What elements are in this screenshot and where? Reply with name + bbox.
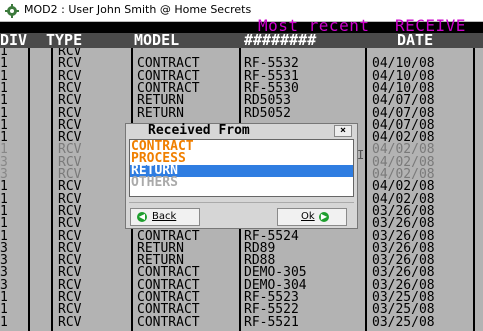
cell-num: RF-5531 — [244, 68, 299, 84]
cell-div: 1 — [0, 56, 8, 72]
cell-type: RCV — [58, 105, 82, 121]
cell-model: CONTRACT — [137, 302, 200, 318]
cell-num: RD5052 — [244, 105, 291, 121]
cell-type: RCV — [58, 68, 82, 84]
cell-date: 04/02/08 — [372, 142, 435, 158]
cell-model: CONTRACT — [137, 56, 200, 72]
cell-type: RCV — [58, 56, 82, 72]
table-row[interactable]: 1 RCV CONTRACT RF-5532 04/10/08 — [0, 56, 483, 72]
cell-div: 1 — [0, 314, 8, 330]
cell-div: 1 — [0, 142, 8, 158]
ok-button-label: Ok — [301, 211, 315, 222]
caption-most-recent: Most recent — [258, 16, 370, 35]
cell-type: RCV — [58, 191, 82, 207]
gear-app-icon — [5, 4, 19, 18]
table-row[interactable]: 1 RCV CONTRACT RF-5524 03/26/08 — [0, 228, 483, 244]
cell-date: 04/07/08 — [372, 93, 435, 109]
cell-date: 03/26/08 — [372, 228, 435, 244]
cell-model: RETURN — [137, 105, 184, 121]
cell-num: RF-5524 — [244, 228, 299, 244]
received-from-list[interactable]: CONTRACT PROCESS RETURN OTHERS — [129, 139, 354, 197]
table-row[interactable]: 1 RCV CONTRACT RF-5521 03/25/08 — [0, 314, 483, 330]
cell-type: RCV — [58, 179, 82, 195]
window-title: MOD2 : User John Smith @ Home Secrets — [24, 3, 252, 16]
dialog-title: Received From — [148, 123, 250, 138]
table-row[interactable]: 1 RCV RETURN RD5053 04/07/08 — [0, 93, 483, 109]
cell-type: RCV — [58, 314, 82, 330]
cell-type: RCV — [58, 142, 82, 158]
back-button-label: Back — [152, 211, 177, 222]
option-others[interactable]: OTHERS — [130, 176, 353, 189]
dialog-title-bar: Received From × — [126, 124, 357, 138]
cell-type: RCV — [58, 265, 82, 281]
cell-num: RF-5521 — [244, 314, 299, 330]
cell-div: 1 — [0, 216, 8, 232]
cell-date: 04/10/08 — [372, 56, 435, 72]
cell-type: RCV — [58, 216, 82, 232]
arrow-right-icon: ▶ — [319, 212, 329, 222]
table-row[interactable]: 1 RCV CONTRACT RF-5531 04/10/08 — [0, 68, 483, 84]
cell-date: 03/25/08 — [372, 302, 435, 318]
close-icon[interactable]: × — [334, 125, 352, 137]
text-cursor-icon: I — [357, 148, 365, 162]
cell-num: RD5053 — [244, 93, 291, 109]
column-header-type[interactable]: TYPE — [46, 33, 82, 48]
cell-div: 1 — [0, 228, 8, 244]
cell-type: RCV — [58, 228, 82, 244]
table-row[interactable]: 3 RCV CONTRACT DEMO-305 03/26/08 — [0, 265, 483, 281]
cell-model: CONTRACT — [137, 314, 200, 330]
cell-date: 03/26/08 — [372, 265, 435, 281]
column-header-number[interactable]: ######## — [244, 33, 316, 48]
cell-model: CONTRACT — [137, 228, 200, 244]
cell-date: 04/02/08 — [372, 179, 435, 195]
cell-type: RCV — [58, 302, 82, 318]
cell-div: 1 — [0, 93, 8, 109]
cell-div: 1 — [0, 105, 8, 121]
cell-date: 04/10/08 — [372, 68, 435, 84]
column-header-date[interactable]: DATE — [397, 33, 433, 48]
cell-div: 1 — [0, 191, 8, 207]
column-header-div[interactable]: DIV — [0, 33, 27, 48]
cell-date: 04/07/08 — [372, 105, 435, 121]
back-button[interactable]: ◀ Back — [130, 208, 200, 226]
cell-model: RETURN — [137, 93, 184, 109]
cell-num: RF-5532 — [244, 56, 299, 72]
cell-date: 03/26/08 — [372, 216, 435, 232]
cell-div: 3 — [0, 265, 8, 281]
table-row[interactable]: 1 RCV CONTRACT RF-5522 03/25/08 — [0, 302, 483, 318]
table-row[interactable]: 1 RCV RETURN RD5052 04/07/08 — [0, 105, 483, 121]
cell-type: RCV — [58, 93, 82, 109]
ok-button[interactable]: Ok ▶ — [277, 208, 347, 226]
received-from-dialog: Received From × CONTRACT PROCESS RETURN OTH… — [125, 123, 358, 229]
column-header-model[interactable]: MODEL — [134, 33, 179, 48]
caption-receive: RECEIVE — [395, 16, 466, 35]
table-header: DIV TYPE MODEL ######## DATE — [0, 33, 483, 48]
cell-date: 04/02/08 — [372, 191, 435, 207]
cell-model: CONTRACT — [137, 265, 200, 281]
cell-div: 1 — [0, 179, 8, 195]
cell-num: DEMO-305 — [244, 265, 307, 281]
cell-div: 1 — [0, 68, 8, 84]
cell-model: CONTRACT — [137, 68, 200, 84]
dialog-divider — [129, 202, 354, 203]
cell-div: 1 — [0, 302, 8, 318]
cell-date: 03/25/08 — [372, 314, 435, 330]
cell-num: RF-5522 — [244, 302, 299, 318]
arrow-left-icon: ◀ — [137, 212, 147, 222]
